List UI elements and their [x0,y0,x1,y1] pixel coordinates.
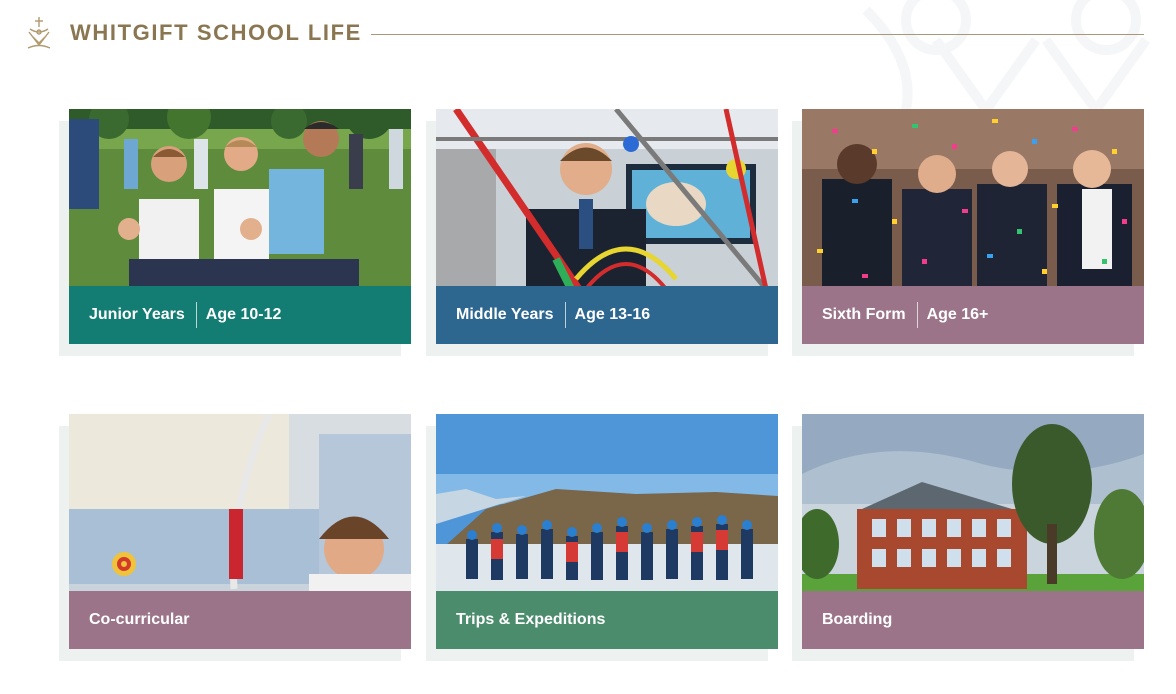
card-title: Boarding [822,611,893,628]
card-junior-years[interactable]: Junior Years Age 10-12 [59,109,411,356]
card-label-bar: Boarding [802,591,1144,649]
section-header: WHITGIFT SCHOOL LIFE [0,0,1176,70]
card-title: Middle Years [456,306,554,323]
card-label-bar: Sixth Form Age 16+ [802,286,1144,344]
card-title: Sixth Form [822,306,906,323]
card-title: Junior Years [89,306,185,323]
card-sixth-form[interactable]: Sixth Form Age 16+ [792,109,1144,356]
card-trips-expeditions[interactable]: Trips & Expeditions [426,414,778,661]
card-label-bar: Trips & Expeditions [436,591,778,649]
card-title: Trips & Expeditions [456,611,606,628]
page-title: WHITGIFT SCHOOL LIFE [70,20,362,45]
card-age: Age 13-16 [574,306,651,323]
card-title: Co-curricular [89,611,190,628]
card-boarding[interactable]: Boarding [792,414,1144,661]
card-label-bar: Junior Years Age 10-12 [69,286,411,344]
label-separator [195,302,197,328]
card-age: Age 16+ [926,306,989,323]
label-separator [916,302,918,328]
card-middle-years[interactable]: Middle Years Age 13-16 [426,109,778,356]
card-age: Age 10-12 [205,306,282,323]
card-co-curricular[interactable]: Co-curricular [59,414,411,661]
card-label-bar: Co-curricular [69,591,411,649]
label-separator [564,302,566,328]
card-label-bar: Middle Years Age 13-16 [436,286,778,344]
school-crest-icon [27,17,51,49]
title-divider [371,34,1144,35]
